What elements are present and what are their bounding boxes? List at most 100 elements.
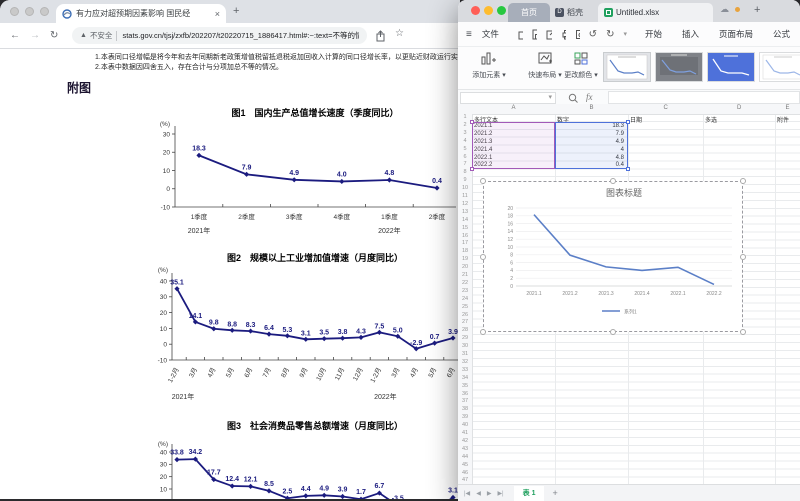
row-header-17[interactable]: 17 (458, 240, 472, 246)
row-header-12[interactable]: 12 (458, 201, 472, 207)
row-header-4[interactable]: 4 (458, 138, 472, 144)
header-cell-多选[interactable]: 多选 (705, 115, 772, 124)
prev-sheet-icon[interactable]: ◀ (476, 490, 481, 497)
zoom-icon[interactable] (568, 93, 579, 104)
window-close-button[interactable] (10, 7, 19, 16)
row-header-44[interactable]: 44 (458, 454, 472, 460)
row-header-43[interactable]: 43 (458, 446, 472, 452)
row-header-20[interactable]: 20 (458, 264, 472, 270)
wps-document-tab[interactable]: Untitled.xlsx (598, 3, 713, 22)
row-header-31[interactable]: 31 (458, 351, 472, 357)
row-header-9[interactable]: 9 (458, 177, 472, 183)
name-box-dropdown-icon[interactable]: ▾ (548, 93, 552, 101)
row-header-45[interactable]: 45 (458, 462, 472, 468)
back-button[interactable]: ← (10, 30, 20, 41)
column-header-A[interactable]: A (512, 105, 516, 111)
chart-style-3-thumbnail[interactable] (707, 52, 755, 82)
wps-new-tab-button[interactable]: + (754, 4, 760, 16)
row-header-26[interactable]: 26 (458, 312, 472, 318)
row-header-6[interactable]: 6 (458, 154, 472, 160)
row-header-21[interactable]: 21 (458, 272, 472, 278)
share-icon[interactable] (375, 30, 386, 42)
add-element-button[interactable]: 添加元素 ▾ (464, 51, 514, 80)
chart-resize-handle[interactable] (740, 178, 746, 184)
row-header-14[interactable]: 14 (458, 217, 472, 223)
menu-insert[interactable]: 插入 (682, 28, 699, 40)
menu-file[interactable]: 文件 (482, 28, 499, 40)
save-icon[interactable] (532, 29, 538, 40)
fill-handle[interactable] (470, 119, 474, 124)
print-icon[interactable] (561, 29, 566, 40)
chart-resize-handle[interactable] (480, 178, 486, 184)
header-cell-日期[interactable]: 日期 (630, 115, 700, 124)
chart-style-4-thumbnail[interactable] (759, 52, 800, 82)
row-header-37[interactable]: 37 (458, 398, 472, 404)
chart-resize-handle[interactable] (740, 329, 746, 335)
address-bar[interactable]: ▲ 不安全 stats.gov.cn/tjsj/zxfb/202207/t202… (72, 27, 367, 44)
row-header-23[interactable]: 23 (458, 288, 472, 294)
row-header-27[interactable]: 27 (458, 319, 472, 325)
column-headers[interactable]: A B C D E (458, 104, 800, 115)
row-header-13[interactable]: 13 (458, 209, 472, 215)
first-sheet-icon[interactable]: |◀ (464, 490, 470, 497)
row-header-38[interactable]: 38 (458, 406, 472, 412)
column-header-E[interactable]: E (786, 105, 790, 111)
embedded-chart-object[interactable]: 图表标题 0 2 4 6 8 10 12 14 16 18 20 2021.1 2021.2 2021.3 2… (483, 181, 743, 332)
hamburger-menu-icon[interactable]: ≡ (466, 29, 472, 40)
row-header-11[interactable]: 11 (458, 193, 472, 199)
chart-resize-handle[interactable] (480, 253, 486, 260)
row-header-29[interactable]: 29 (458, 335, 472, 341)
column-header-D[interactable]: D (737, 105, 741, 111)
chart-resize-handle[interactable] (480, 329, 486, 335)
export-icon[interactable] (546, 29, 552, 40)
forward-button[interactable]: → (30, 30, 40, 41)
browser-tab[interactable]: 有力应对超预期因素影响 国民经 × (56, 4, 226, 23)
bookmark-star-icon[interactable]: ☆ (395, 28, 404, 39)
selection-range-b[interactable] (555, 121, 628, 170)
row-header-32[interactable]: 32 (458, 359, 472, 365)
chart-style-2-thumbnail[interactable] (655, 52, 703, 82)
fill-handle[interactable] (470, 167, 474, 172)
row-header-30[interactable]: 30 (458, 343, 472, 349)
column-header-B[interactable]: B (590, 105, 594, 111)
row-header-28[interactable]: 28 (458, 327, 472, 333)
last-sheet-icon[interactable]: ▶| (497, 490, 503, 497)
row-header-22[interactable]: 22 (458, 280, 472, 286)
fill-handle[interactable] (626, 167, 630, 172)
chart-style-1-thumbnail[interactable] (603, 52, 651, 82)
add-sheet-button[interactable]: + (552, 488, 557, 498)
chart-resize-handle[interactable] (610, 329, 616, 335)
tab-close-icon[interactable]: × (215, 9, 220, 19)
formula-input[interactable] (608, 91, 800, 104)
row-header-36[interactable]: 36 (458, 391, 472, 397)
column-header-C[interactable]: C (664, 105, 668, 111)
sheet-tab-1[interactable]: 表 1 (513, 485, 545, 501)
row-header-5[interactable]: 5 (458, 146, 472, 152)
row-header-3[interactable]: 3 (458, 130, 472, 136)
row-header-19[interactable]: 19 (458, 256, 472, 262)
wps-docer-tab[interactable]: D 稻壳 (555, 3, 583, 22)
header-cell-附件[interactable]: 附件 (777, 115, 797, 124)
wps-home-tab[interactable]: 首页 (508, 3, 550, 22)
chart-resize-handle[interactable] (740, 253, 746, 260)
row-header-16[interactable]: 16 (458, 233, 472, 239)
row-header-25[interactable]: 25 (458, 304, 472, 310)
row-header-33[interactable]: 33 (458, 367, 472, 373)
menu-page-layout[interactable]: 页面布局 (719, 28, 753, 40)
undo-icon[interactable]: ↺ (589, 29, 597, 40)
new-tab-button[interactable]: + (233, 5, 239, 17)
change-colors-button[interactable]: 更改颜色 ▾ (556, 51, 606, 80)
row-header-47[interactable]: 47 (458, 477, 472, 483)
row-header-35[interactable]: 35 (458, 383, 472, 389)
row-header-10[interactable]: 10 (458, 185, 472, 191)
row-header-46[interactable]: 46 (458, 470, 472, 476)
row-header-24[interactable]: 24 (458, 296, 472, 302)
toolbar-more-chevron-icon[interactable]: ▾ (623, 30, 627, 38)
window-close-button[interactable] (471, 6, 480, 15)
redo-icon[interactable]: ↻ (606, 29, 614, 40)
row-header-39[interactable]: 39 (458, 414, 472, 420)
row-header-41[interactable]: 41 (458, 430, 472, 436)
sheet-grid[interactable]: ABCDE 1 2 3 4 5 6 7 8 9 10 11 12 13 14 15 16 17 18 19 20 21 2… (458, 104, 800, 485)
window-minimize-button[interactable] (484, 6, 493, 15)
name-box[interactable]: ▾ (460, 92, 556, 104)
